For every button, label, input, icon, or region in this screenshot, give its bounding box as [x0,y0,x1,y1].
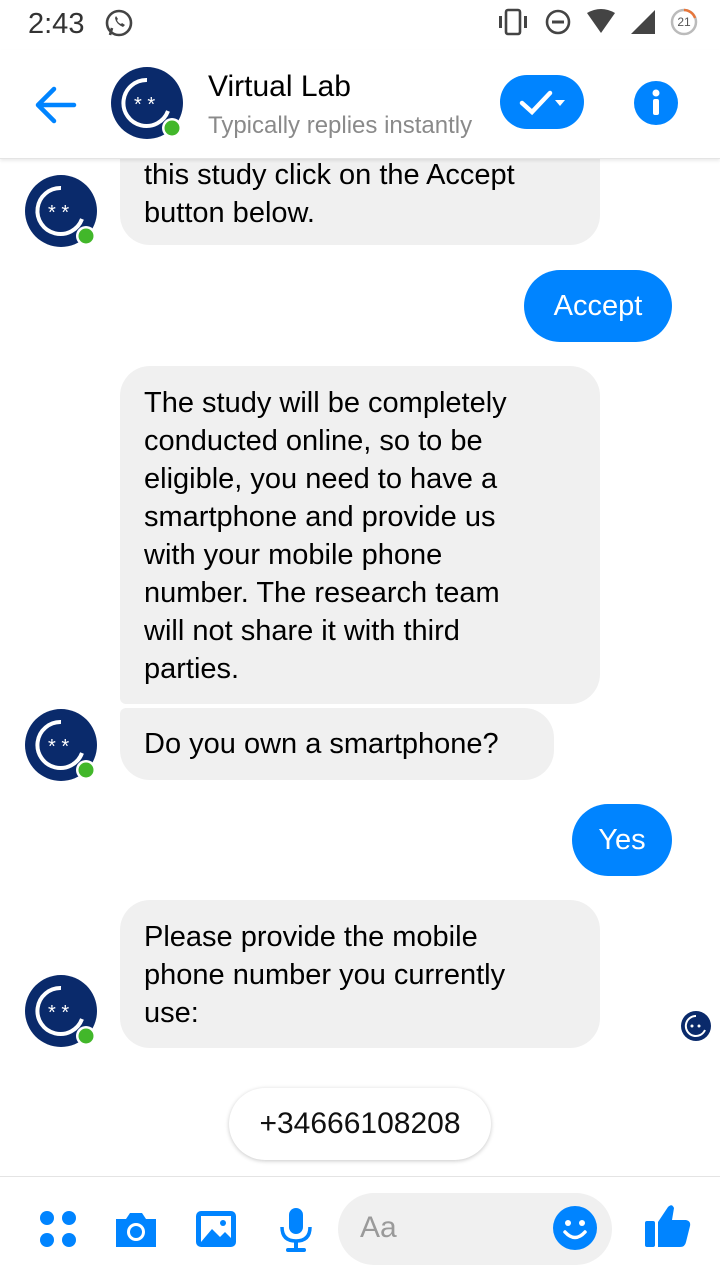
whatsapp-icon [105,9,133,37]
user-message: Accept [524,270,672,342]
battery-level: 21 [677,15,691,29]
seen-avatar-icon [681,1011,711,1041]
bot-avatar: * * [25,975,97,1047]
apps-icon[interactable] [34,1205,82,1253]
message-input-placeholder: Aa [360,1211,397,1244]
thumbs-up-icon[interactable] [642,1199,694,1251]
status-icons: 21 [496,8,698,36]
status-time: 2:43 [28,8,85,40]
checkmark-icon [519,90,565,116]
status-bar: 2:43 21 [0,0,720,50]
chat-subtitle: Typically replies instantly [208,112,473,139]
message-list[interactable]: this study click on the Accept button be… [0,158,720,1178]
bot-message: Do you own a smartphone? [120,708,554,780]
message-input[interactable]: Aa [338,1193,612,1265]
info-button[interactable] [634,81,678,125]
svg-text:* *: * * [48,736,69,758]
bot-avatar: * * [25,175,97,247]
gallery-icon[interactable] [192,1205,240,1253]
signal-icon [631,10,655,34]
quick-reply-phone-button[interactable]: +34666108208 [229,1088,491,1160]
user-message: Yes [572,804,672,876]
composer-bar: Aa [0,1176,720,1281]
do-not-disturb-icon [545,9,571,35]
wifi-icon [587,9,615,33]
chat-header: * * Virtual Lab Typically replies instan… [0,50,720,159]
info-icon [652,89,660,115]
emoji-icon[interactable] [552,1205,598,1251]
microphone-icon[interactable] [272,1205,320,1253]
svg-text:* *: * * [48,202,69,224]
bot-avatar: * * [25,709,97,781]
svg-text:* *: * * [48,1002,69,1024]
bot-message: Please provide the mobile phone number y… [120,900,600,1048]
battery-icon: 21 [670,8,698,36]
svg-text:* *: * * [134,94,155,116]
virtual-lab-avatar[interactable]: * * [110,66,184,140]
back-arrow-icon[interactable] [30,80,80,130]
mark-done-button[interactable] [500,75,584,129]
camera-icon[interactable] [112,1205,160,1253]
chat-title: Virtual Lab [208,70,351,103]
vibrate-icon [499,8,527,36]
bot-message: this study click on the Accept button be… [120,158,600,245]
bot-message: The study will be completely conducted o… [120,366,600,704]
